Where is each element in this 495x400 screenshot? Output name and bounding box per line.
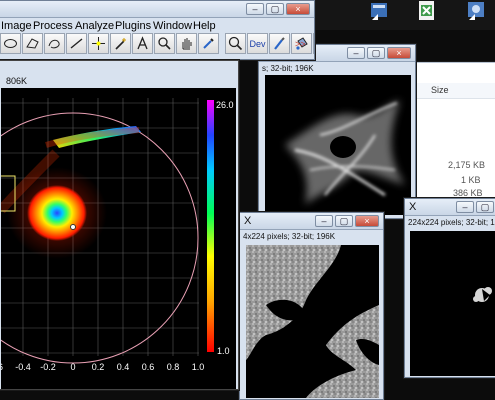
window-controls: – ▢ <box>456 201 494 213</box>
image-info: 806K <box>0 75 238 88</box>
window-title-bar[interactable]: – ▢ × <box>0 1 314 18</box>
x-tick-label: 0 <box>70 362 75 372</box>
column-header[interactable]: Size <box>416 83 495 99</box>
multi-point-tool[interactable] <box>88 33 109 54</box>
desktop-background <box>315 0 495 30</box>
window-title-bar[interactable]: X – ▢ <box>405 199 495 216</box>
close-icon[interactable]: × <box>387 47 411 59</box>
scroll-hand-tool[interactable] <box>176 33 197 54</box>
x-tick-label: 0.2 <box>92 362 105 372</box>
menu-plugins[interactable]: Plugins <box>115 20 151 32</box>
maximize-icon[interactable]: ▢ <box>367 47 385 59</box>
x-tick-label: -6 <box>1 362 3 372</box>
imagej-main-window: – ▢ × Image Process Analyze Plugins Wind… <box>0 0 315 60</box>
zoom-lens-tool[interactable] <box>225 33 246 54</box>
close-icon[interactable]: × <box>355 215 379 227</box>
dev-label: Dev <box>249 38 266 49</box>
minimize-icon[interactable]: – <box>456 201 474 213</box>
size-column-label: Size <box>431 85 449 95</box>
wand-tool[interactable] <box>110 33 131 54</box>
colorbar-min-label: 1.0 <box>217 346 230 356</box>
text-tool[interactable] <box>132 33 153 54</box>
freehand-selection-tool[interactable] <box>44 33 65 54</box>
plot-subtitle: 806K <box>6 76 28 86</box>
cell-image-canvas[interactable] <box>265 75 411 215</box>
file-size: 1 KB <box>461 175 481 185</box>
more-tools-button[interactable]: >> <box>295 39 306 49</box>
window-controls: – ▢ × <box>347 47 411 59</box>
x-tick-label: 0.8 <box>167 362 180 372</box>
window-title-bar[interactable]: X – ▢ × <box>240 213 383 230</box>
window-controls: – ▢ × <box>315 215 379 227</box>
image-info: s; 32-bit; 196K <box>259 63 415 75</box>
menu-process[interactable]: Process <box>33 20 73 32</box>
polygon-selection-tool[interactable] <box>22 33 43 54</box>
x-tick-label: 0.4 <box>117 362 130 372</box>
menu-analyze[interactable]: Analyze <box>75 20 114 32</box>
paintbrush-tool[interactable] <box>269 33 290 54</box>
spreadsheet-icon[interactable] <box>415 0 441 20</box>
menu-window[interactable]: Window <box>153 20 192 32</box>
minimize-icon[interactable]: – <box>246 3 264 15</box>
grayscale-image-window: X – ▢ × 4x224 pixels; 32-bit; 196K <box>239 212 384 400</box>
developer-menu-tool[interactable]: Dev <box>247 33 268 54</box>
file-size: 2,175 KB <box>448 160 486 170</box>
window-title: X <box>244 215 252 227</box>
image-info: 224x224 pixels; 32-bit; 1 <box>405 217 495 229</box>
small-image-window: X – ▢ 224x224 pixels; 32-bit; 1 <box>404 198 495 378</box>
oval-selection-tool[interactable] <box>0 33 21 54</box>
window-controls: – ▢ × <box>246 3 310 15</box>
minimize-icon[interactable]: – <box>315 215 333 227</box>
colorbar-max-label: 26.0 <box>216 100 234 110</box>
grayscale-image-canvas[interactable] <box>246 245 379 398</box>
shortcut-icon[interactable] <box>465 0 491 20</box>
x-tick-label: -0.2 <box>40 362 56 372</box>
minimize-icon[interactable]: – <box>347 47 365 59</box>
phasor-plot-canvas[interactable]: 26.0 1.0 -6 -0.4 -0.2 0 0.2 0.4 0.6 0.8 … <box>1 88 236 389</box>
menu-help[interactable]: Help <box>193 20 216 32</box>
file-size: 386 KB <box>453 188 483 198</box>
cell-image-window: – ▢ × s; 32-bit; 196K <box>258 44 416 219</box>
image-info: 4x224 pixels; 32-bit; 196K <box>240 231 383 243</box>
maximize-icon[interactable]: ▢ <box>266 3 284 15</box>
x-tick-label: -0.4 <box>15 362 31 372</box>
phasor-plot-window: 806K 26.0 1.0 -0.4 -0.2 0 0.2 0.4 0.6 0.… <box>0 60 239 390</box>
color-picker-tool[interactable] <box>198 33 219 54</box>
straight-line-tool[interactable] <box>66 33 87 54</box>
file-explorer-panel: Size 2,175 KB 1 KB 386 KB <box>415 62 495 210</box>
maximize-icon[interactable]: ▢ <box>335 215 353 227</box>
maximize-icon[interactable]: ▢ <box>476 201 494 213</box>
small-image-canvas[interactable] <box>410 231 495 376</box>
x-tick-label: 1.0 <box>192 362 205 372</box>
shortcut-icon[interactable] <box>368 0 394 20</box>
close-icon[interactable]: × <box>286 3 310 15</box>
magnifier-tool[interactable] <box>154 33 175 54</box>
menu-image[interactable]: Image <box>1 20 32 32</box>
pipette-tool[interactable] <box>313 33 314 54</box>
x-tick-label: 0.6 <box>142 362 155 372</box>
window-title: X <box>409 201 417 213</box>
